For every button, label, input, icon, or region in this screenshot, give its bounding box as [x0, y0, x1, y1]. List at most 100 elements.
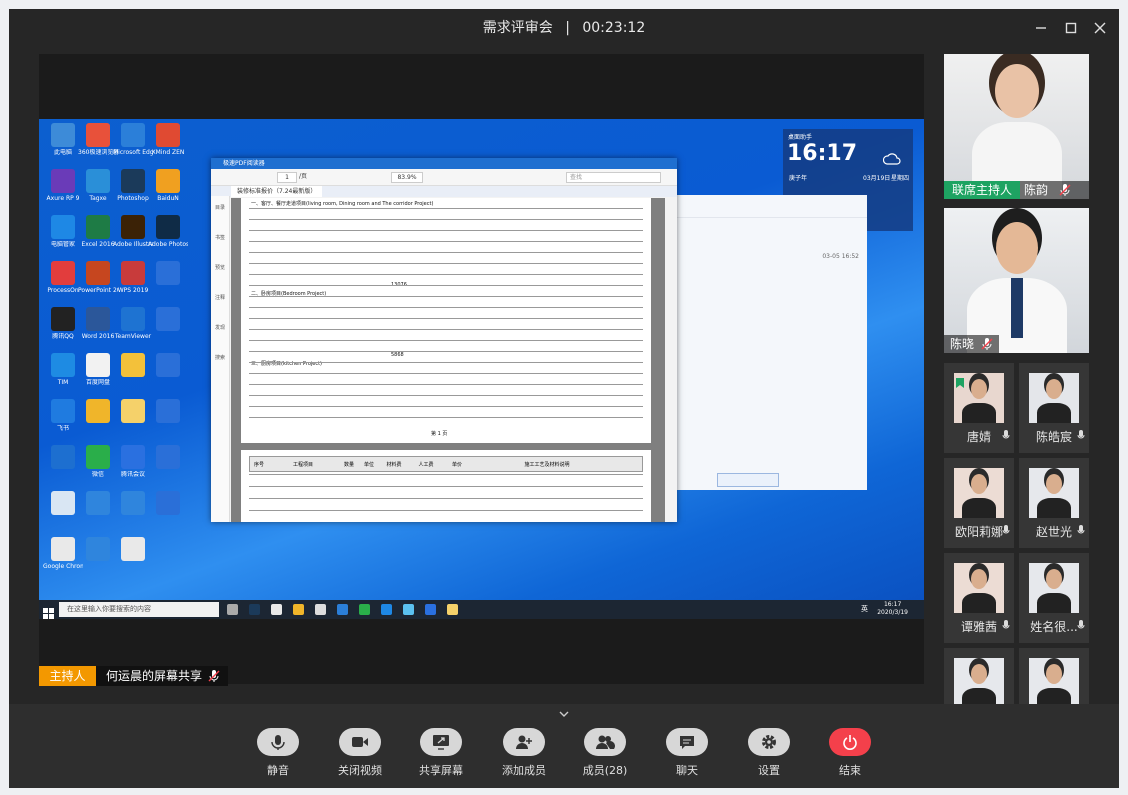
chevron-down-icon [558, 704, 570, 723]
desktop-icon[interactable]: WPS 2019 [113, 261, 153, 294]
desktop-icon[interactable]: 微信 [78, 445, 118, 478]
close-icon[interactable] [1090, 18, 1110, 38]
taskbar-app-icon[interactable] [447, 604, 458, 615]
microphone-icon [1077, 616, 1085, 635]
desktop-icon[interactable] [43, 491, 83, 517]
desktop-icon[interactable] [148, 353, 188, 379]
desktop-icon[interactable]: 腾讯会议 [113, 445, 153, 478]
taskbar-app-icon[interactable] [249, 604, 260, 615]
app-icon [51, 491, 75, 515]
chat-button[interactable]: 聊天 [649, 728, 725, 778]
maximize-icon[interactable] [1061, 18, 1081, 38]
pdf-title-bar: 极速PDF阅读器 [211, 158, 677, 169]
participant-tile[interactable] [944, 648, 1014, 708]
video-cohost[interactable]: 联席主持人 陈韵 [944, 54, 1089, 199]
participant-avatar [954, 468, 1004, 518]
pdf-tab[interactable]: 装修标准报价（7.24最新版） [231, 186, 323, 197]
desktop-icon[interactable] [113, 353, 153, 379]
taskbar-app-icon[interactable] [403, 604, 414, 615]
pdf-side-tool[interactable]: 目录 [211, 200, 229, 216]
pdf-side-tool[interactable]: 发现 [211, 320, 229, 336]
pdf-viewer-window[interactable]: 极速PDF阅读器 1 /页 83.9% 查找 装修标准报价（7.24最新版） 目… [211, 158, 677, 522]
pdf-side-tool[interactable]: 预览 [211, 260, 229, 276]
desktop-icon[interactable]: TIM [43, 353, 83, 386]
end-meeting-button[interactable]: 结束 [812, 728, 888, 778]
app-icon [51, 445, 75, 469]
desktop-icon[interactable]: 此电脑 [43, 123, 83, 156]
pdf-side-tool[interactable]: 搜索 [211, 350, 229, 366]
desktop-icon[interactable] [148, 399, 188, 425]
taskbar-app-icon[interactable] [359, 604, 370, 615]
desktop-icon[interactable]: PowerPoint 2016 [78, 261, 118, 294]
desktop-icon-label: Tagxe [89, 195, 107, 202]
participant-tile[interactable]: 赵世光 [1019, 458, 1089, 548]
desktop-icon[interactable]: Axure RP 9 [43, 169, 83, 202]
pdf-side-tool[interactable]: 注释 [211, 290, 229, 306]
desktop-icon[interactable]: Google Chrome [43, 537, 83, 570]
desktop-icon[interactable] [148, 491, 188, 517]
share-screen-button[interactable]: 共享屏幕 [403, 728, 479, 778]
desktop-icon[interactable]: Excel 2016 [78, 215, 118, 248]
desktop-icon[interactable]: Word 2016 [78, 307, 118, 340]
desktop-icon[interactable] [148, 445, 188, 471]
widget-time: 16:17 [787, 141, 858, 166]
pdf-table-rule [249, 384, 643, 385]
desktop-icon[interactable]: 腾讯QQ [43, 307, 83, 340]
desktop-icon[interactable] [78, 491, 118, 517]
desktop-icon[interactable]: 百度网盘 [78, 353, 118, 386]
desktop-icon[interactable]: Photoshop [113, 169, 153, 202]
desktop-icon[interactable]: XMind ZEN [148, 123, 188, 156]
desktop-icon[interactable]: Tagxe [78, 169, 118, 202]
desktop-icon[interactable] [148, 307, 188, 333]
desktop-icon[interactable]: TeamViewer [113, 307, 153, 340]
desktop-icon[interactable] [78, 537, 118, 563]
pdf-table-rule [249, 486, 643, 487]
desktop-icon[interactable] [43, 445, 83, 471]
desktop-icon[interactable]: 360极速浏览器 [78, 123, 118, 156]
taskbar-app-icon[interactable] [293, 604, 304, 615]
desktop-icon[interactable]: ProcessOn [43, 261, 83, 294]
desktop-icon[interactable] [78, 399, 118, 425]
minimize-icon[interactable] [1031, 18, 1051, 38]
taskbar-app-icon[interactable] [227, 604, 238, 615]
taskbar-app-icon[interactable] [337, 604, 348, 615]
participant-tile[interactable]: 谭雅茜 [944, 553, 1014, 643]
desktop-icon[interactable] [113, 537, 153, 563]
participant-tile[interactable]: 欧阳莉娜 [944, 458, 1014, 548]
desktop-icon[interactable] [113, 399, 153, 425]
desktop-icon[interactable]: Adobe Illustrator [113, 215, 153, 248]
desktop-icon-label: Axure RP 9 [46, 195, 80, 202]
desktop-icon[interactable]: Microsoft Edge [113, 123, 153, 156]
desktop-icon-label: TIM [57, 379, 69, 386]
desktop-icon[interactable] [148, 261, 188, 287]
participant-tile[interactable] [1019, 648, 1089, 708]
desktop-icon-label: 电脑管家 [50, 241, 75, 248]
pdf-side-tool[interactable]: 书签 [211, 230, 229, 246]
chat-label: 聊天 [676, 764, 698, 777]
settings-button[interactable]: 设置 [731, 728, 807, 778]
desktop-icon[interactable]: 飞书 [43, 399, 83, 432]
video-button[interactable]: 关闭视频 [322, 728, 398, 778]
members-button[interactable]: 成员(28) [567, 728, 643, 778]
shared-screen-area[interactable]: 此电脑 360极速浏览器 Microsoft Edge XMind ZEN Axure … [39, 54, 924, 686]
share-screen-icon [420, 728, 462, 756]
pdf-zoom[interactable]: 83.9% [391, 172, 423, 183]
pdf-search[interactable]: 查找 [566, 172, 661, 183]
taskbar-app-icon[interactable] [381, 604, 392, 615]
taskbar-app-icon[interactable] [315, 604, 326, 615]
collapse-toolbar-button[interactable] [550, 704, 578, 718]
add-member-button[interactable]: 添加成员 [486, 728, 562, 778]
pdf-table-rule [249, 417, 643, 418]
participant-tile[interactable]: 唐婧 [944, 363, 1014, 453]
desktop-icon[interactable]: BaiduN [148, 169, 188, 202]
participant-tile[interactable]: 陈皓宸 [1019, 363, 1089, 453]
desktop-icon[interactable]: 电脑管家 [43, 215, 83, 248]
mute-button[interactable]: 静音 [240, 728, 316, 778]
desktop-icon[interactable] [113, 491, 153, 517]
pdf-page-input[interactable]: 1 [277, 172, 297, 183]
video-participant-main[interactable]: 陈晓 [944, 208, 1089, 353]
participant-tile[interactable]: 姓名很... [1019, 553, 1089, 643]
taskbar-app-icon[interactable] [271, 604, 282, 615]
desktop-icon[interactable]: Adobe Photoshop [148, 215, 188, 248]
taskbar-app-icon[interactable] [425, 604, 436, 615]
